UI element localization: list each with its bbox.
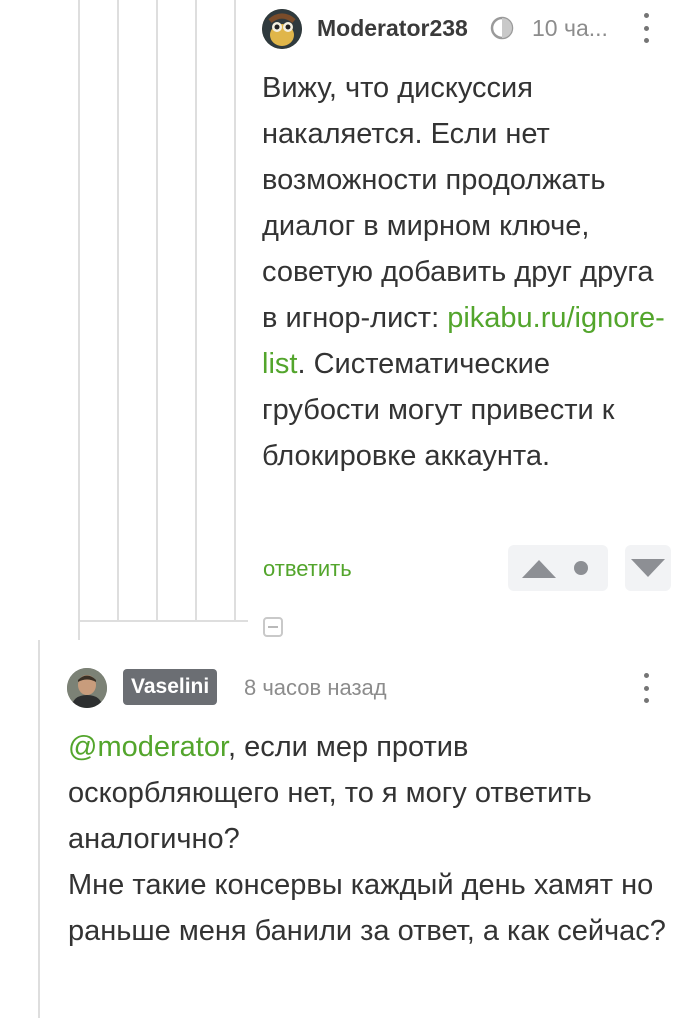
- rating-dot: [574, 561, 588, 575]
- thread-line: [78, 0, 80, 640]
- thread-line: [234, 0, 236, 620]
- collapse-icon[interactable]: [263, 617, 283, 637]
- more-vertical-icon[interactable]: [644, 13, 652, 43]
- username-badge[interactable]: Vaselini: [123, 669, 218, 705]
- comment-time: 8 часов назад: [244, 675, 387, 700]
- mention-link[interactable]: @moderator: [68, 731, 228, 763]
- comment-text-part: . Систематические грубости могут привест…: [262, 348, 615, 472]
- comment-time: 10 ча...: [532, 15, 608, 41]
- reply-button[interactable]: ответить: [263, 556, 352, 582]
- thread-line: [156, 0, 158, 620]
- upvote-icon[interactable]: [522, 560, 556, 578]
- vote-box: [508, 545, 608, 591]
- comment-text: Вижу, что дискуссия накаляется. Если нет…: [262, 65, 672, 479]
- comment-text: @moderator, если мер против оскорбляющег…: [68, 724, 668, 954]
- avatar-image: [262, 9, 302, 49]
- thread-line: [38, 640, 40, 1018]
- thread-connector: [80, 620, 248, 622]
- downvote-icon[interactable]: [631, 559, 665, 577]
- more-vertical-icon[interactable]: [644, 673, 652, 703]
- vote-box-down: [625, 545, 671, 591]
- user-avatar[interactable]: [262, 9, 302, 49]
- thread-line: [195, 0, 197, 620]
- comment-text-part: Вижу, что дискуссия накаляется. Если нет…: [262, 72, 654, 334]
- username[interactable]: Moderator238: [317, 13, 468, 43]
- moderator-badge-icon: [490, 16, 514, 40]
- user-avatar[interactable]: [67, 668, 107, 708]
- thread-line: [117, 0, 119, 620]
- avatar-image: [67, 668, 107, 708]
- comment-text-part: , если мер против оскорбляющего нет, то …: [68, 731, 666, 947]
